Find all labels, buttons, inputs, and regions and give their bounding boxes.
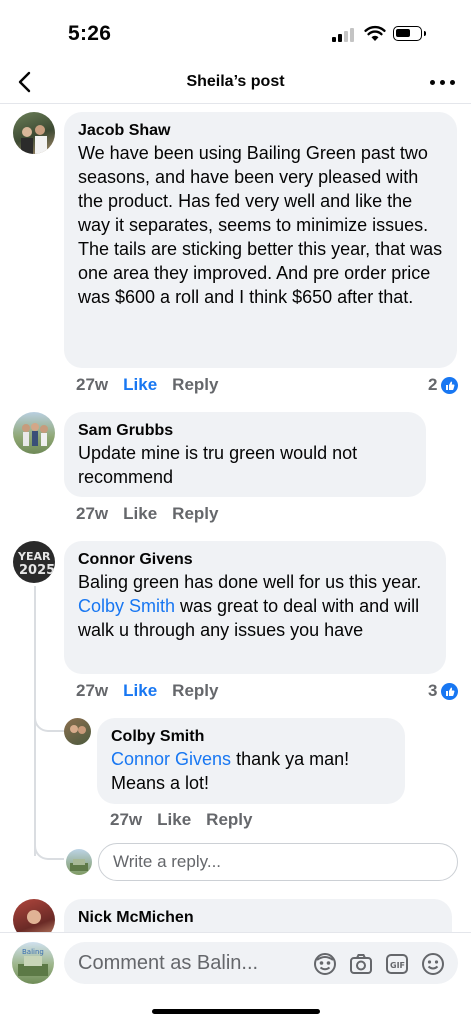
wifi-icon [364,25,386,41]
reaction-count[interactable]: 2 [428,375,459,395]
post-header: Sheila’s post [0,62,471,104]
comment-text: Update mine is tru green would not recom… [78,443,358,487]
comment-bubble[interactable]: Connor Givens Baling green has done well… [64,541,446,674]
comment-text: We have been using Bailing Green past tw… [78,143,443,307]
my-avatar: Baling [12,942,54,984]
more-options-icon[interactable] [429,70,457,94]
my-avatar [66,849,92,875]
reaction-number: 2 [428,375,438,394]
avatar-sticker-icon[interactable] [312,951,338,977]
thumbs-up-icon [441,682,459,700]
comment-placeholder: Comment as Balin... [78,952,259,974]
comment-actions: 27w Like Reply [110,810,267,830]
comment-bubble[interactable]: Sam Grubbs Update mine is tru green woul… [64,412,426,497]
battery-icon [393,26,426,41]
like-button[interactable]: Like [123,681,157,700]
like-button[interactable]: Like [123,504,157,523]
comment-input[interactable]: Comment as Balin... GIF [64,942,458,984]
status-bar: 5:26 [0,0,471,62]
reply-button[interactable]: Reply [206,810,252,829]
reaction-count[interactable]: 3 [428,681,459,701]
reply-input[interactable]: Write a reply... [98,843,458,881]
emoji-icon[interactable] [420,951,446,977]
avatar[interactable] [64,718,91,745]
comment-actions: 27w Like Reply [76,375,233,395]
svg-text:YEAR: YEAR [17,550,51,563]
status-time: 5:26 [68,22,112,45]
avatar[interactable] [13,112,55,154]
page-title: Sheila’s post [186,73,285,90]
comment-author[interactable]: Sam Grubbs [78,421,412,441]
comment-time: 27w [110,810,143,829]
thread-connector [34,840,64,860]
comment-text: Connor Givens thank ya man! Means a lot! [111,747,391,795]
like-button[interactable]: Like [123,375,157,394]
comment-author[interactable]: Nick McMichen [78,908,438,928]
comment-actions: 27w Like Reply [76,681,233,701]
reply-button[interactable]: Reply [172,375,218,394]
comment-time: 27w [76,681,109,700]
reply-button[interactable]: Reply [172,504,218,523]
comment-time: 27w [76,504,109,523]
mention-link[interactable]: Colby Smith [78,596,175,616]
comment-text-part: Baling green has done well for us this y… [78,572,422,592]
comment-bubble[interactable]: Jacob Shaw We have been using Bailing Gr… [64,112,457,368]
home-indicator [152,1009,320,1014]
camera-icon[interactable] [348,951,374,977]
cellular-signal-icon [332,27,358,42]
comment-author[interactable]: Connor Givens [78,550,432,570]
comment-author[interactable]: Jacob Shaw [78,121,443,141]
reply-placeholder: Write a reply... [113,852,222,871]
svg-text:GIF: GIF [390,961,405,970]
svg-text:2025: 2025 [19,563,55,578]
gif-icon[interactable]: GIF [384,951,410,977]
like-button[interactable]: Like [157,810,191,829]
comment-author[interactable]: Colby Smith [111,727,391,747]
svg-text:Baling: Baling [22,948,44,956]
avatar[interactable]: YEAR 2025 [13,541,55,583]
thumbs-up-icon [441,376,459,394]
reply-button[interactable]: Reply [172,681,218,700]
avatar[interactable] [13,412,55,454]
comment-time: 27w [76,375,109,394]
reply-bubble[interactable]: Colby Smith Connor Givens thank ya man! … [97,718,405,804]
comment-text: Baling green has done well for us this y… [78,570,432,642]
mention-link[interactable]: Connor Givens [111,749,231,769]
comment-actions: 27w Like Reply [76,504,233,524]
thread-connector [34,700,64,732]
reaction-number: 3 [428,681,438,700]
